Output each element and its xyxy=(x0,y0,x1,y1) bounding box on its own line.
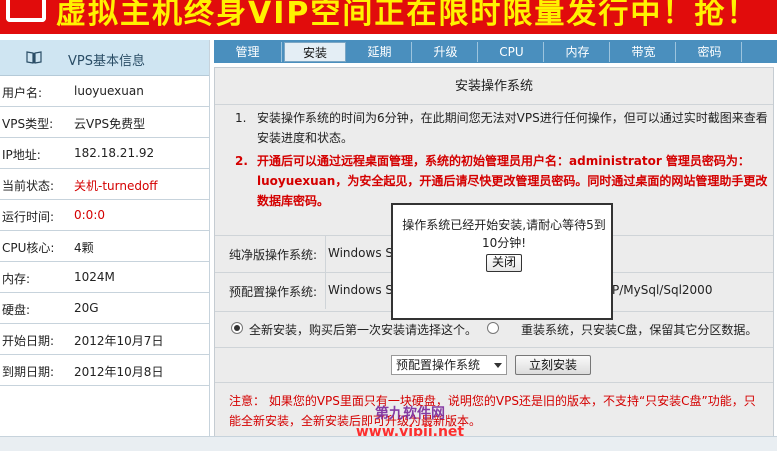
dialog-message: 操作系统已经开始安装,请耐心等待5到10分钟! xyxy=(402,218,606,250)
tab-bandwidth[interactable]: 带宽 xyxy=(612,42,676,62)
close-button[interactable]: 关闭 xyxy=(486,254,522,272)
reinstall-label[interactable]: 重装系统，只安装C盘，保留其它分区数据。 xyxy=(521,321,757,338)
install-action-row: 预配置操作系统 立刻安装 xyxy=(215,347,773,381)
info-value: 20G xyxy=(74,301,99,315)
tab-cpu[interactable]: CPU xyxy=(480,42,544,62)
info-label: 内存: xyxy=(2,272,31,286)
monitor-icon xyxy=(6,0,46,22)
info-row-start-date: 开始日期: 2012年10月7日 xyxy=(0,324,209,355)
watermark-name: 第九软件网 xyxy=(375,406,445,422)
note-text: 开通后可以通过远程桌面管理，系统的初始管理员用户名：administrator … xyxy=(257,154,768,208)
info-label: 硬盘: xyxy=(2,303,31,317)
info-row-vps-type: VPS类型: 云VPS免费型 xyxy=(0,107,209,138)
info-row-end-date: 到期日期: 2012年10月8日 xyxy=(0,355,209,386)
note-text: 安装操作系统的时间为6分钟，在此期间您无法对VPS进行任何操作，但可以通过实时截… xyxy=(257,111,768,145)
info-label: VPS类型: xyxy=(2,117,54,131)
info-label: CPU核心: xyxy=(2,241,55,255)
vps-info-sidebar: VPS基本信息 用户名: luoyuexuan VPS类型: 云VPS免费型 I… xyxy=(0,40,210,451)
info-value: 2012年10月8日 xyxy=(74,365,164,379)
info-row-disk: 硬盘: 20G xyxy=(0,293,209,324)
info-label: 运行时间: xyxy=(2,210,55,224)
tab-bar: 管理 安装 延期 升级 CPU 内存 带宽 密码 xyxy=(214,40,777,63)
info-row-username: 用户名: luoyuexuan xyxy=(0,76,209,107)
note-number: 2. xyxy=(235,154,248,168)
footer-bar xyxy=(0,436,777,451)
info-value: luoyuexuan xyxy=(74,84,144,98)
info-row-ip: IP地址: 182.18.21.92 xyxy=(0,138,209,169)
pure-os-label: 纯净版操作系统: xyxy=(229,248,318,262)
tab-memory[interactable]: 内存 xyxy=(546,42,610,62)
info-row-cpu: CPU核心: 4颗 xyxy=(0,231,209,262)
panel-title: 安装操作系统 xyxy=(215,68,773,105)
tab-password[interactable]: 密码 xyxy=(678,42,742,62)
sidebar-title: VPS基本信息 xyxy=(68,54,145,69)
reinstall-radio[interactable] xyxy=(487,322,499,334)
book-icon xyxy=(26,51,42,64)
full-install-radio[interactable] xyxy=(231,322,243,334)
promo-banner[interactable]: 虚拟主机终身VIP空间正在限时限量发行中！抢！ xyxy=(0,0,777,34)
status-value: 关机-turnedoff xyxy=(74,179,158,193)
page: 虚拟主机终身VIP空间正在限时限量发行中！抢！ VPS基本信息 用户名: luo… xyxy=(0,0,777,451)
info-value: 4颗 xyxy=(74,241,94,255)
info-value: 2012年10月7日 xyxy=(74,334,164,348)
info-row-status: 当前状态: 关机-turnedoff xyxy=(0,169,209,200)
install-started-dialog: 操作系统已经开始安装,请耐心等待5到10分钟! 关闭 xyxy=(391,203,613,320)
preset-os-value: Windows Se xyxy=(328,283,401,297)
uptime-value: 0:0:0 xyxy=(74,208,105,222)
note-number: 1. xyxy=(235,111,247,125)
info-row-memory: 内存: 1024M xyxy=(0,262,209,293)
info-row-uptime: 运行时间: 0:0:0 xyxy=(0,200,209,231)
sidebar-header: VPS基本信息 xyxy=(0,40,209,76)
info-label: 开始日期: xyxy=(2,334,55,348)
tab-extend[interactable]: 延期 xyxy=(348,42,412,62)
install-now-button[interactable]: 立刻安装 xyxy=(515,355,591,375)
info-label: IP地址: xyxy=(2,148,41,162)
info-label: 用户名: xyxy=(2,86,43,100)
chevron-down-icon xyxy=(494,363,502,368)
full-install-label[interactable]: 全新安装，购买后第一次安装请选择这个。 xyxy=(249,321,477,338)
info-label: 当前状态: xyxy=(2,179,55,193)
tab-install[interactable]: 安装 xyxy=(284,42,346,62)
info-label: 到期日期: xyxy=(2,365,55,379)
tab-manage[interactable]: 管理 xyxy=(214,42,282,62)
banner-text: 虚拟主机终身VIP空间正在限时限量发行中！抢！ xyxy=(56,0,759,31)
os-type-select-value: 预配置操作系统 xyxy=(396,358,481,372)
preset-os-label: 预配置操作系统: xyxy=(229,285,318,299)
pure-os-value: Windows Se xyxy=(328,246,401,260)
info-value: 云VPS免费型 xyxy=(74,117,146,131)
tab-upgrade[interactable]: 升级 xyxy=(414,42,478,62)
os-type-select[interactable]: 预配置操作系统 xyxy=(391,355,507,375)
info-value: 182.18.21.92 xyxy=(74,146,155,160)
preset-os-value-tail: P/MySql/Sql2000 xyxy=(612,283,713,297)
info-value: 1024M xyxy=(74,270,115,284)
